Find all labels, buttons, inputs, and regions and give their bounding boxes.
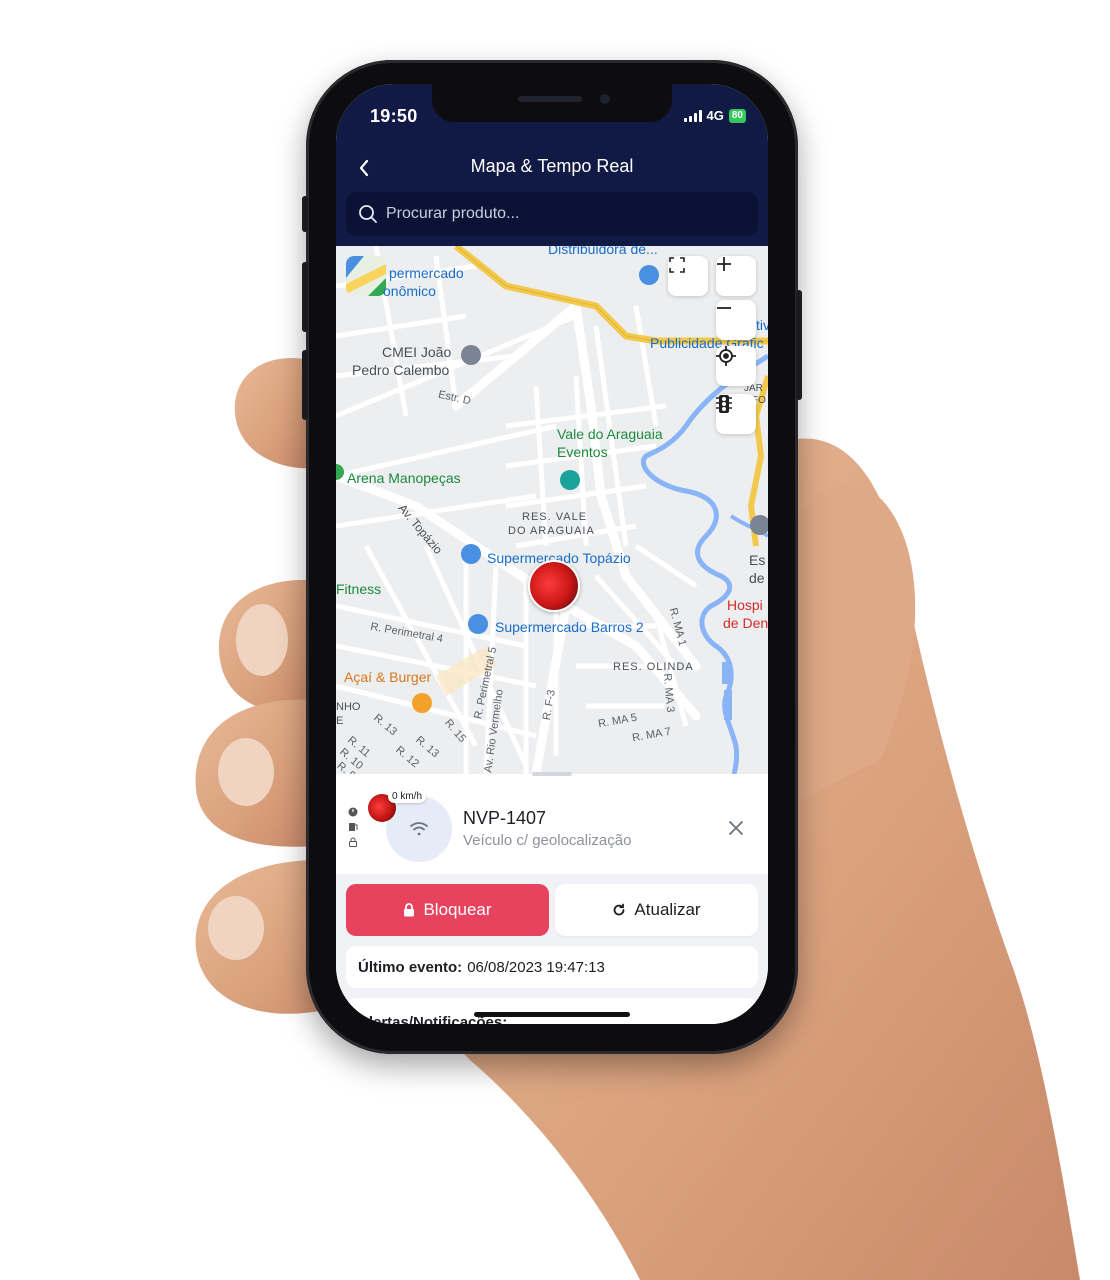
map-label: onômico xyxy=(383,283,436,299)
map-label: Açaí & Burger xyxy=(344,669,432,685)
phone-side-button xyxy=(302,196,308,232)
map-label: Hospi xyxy=(727,597,763,613)
vehicle-subtitle: Veículo c/ geolocalização xyxy=(463,832,632,849)
last-event-value: 06/08/2023 19:47:13 xyxy=(467,958,605,976)
lock-icon xyxy=(404,903,415,917)
locate-button[interactable] xyxy=(716,346,756,386)
map-label: Pedro Calembo xyxy=(352,362,450,378)
signal-icon xyxy=(683,109,702,122)
notch xyxy=(432,84,672,122)
vehicle-card[interactable]: 0 km/h NVP-1407 Veículo c/ geolocalizaçã… xyxy=(336,774,768,874)
search-icon xyxy=(358,204,378,224)
fullscreen-icon xyxy=(669,257,685,273)
traffic-light-icon xyxy=(716,395,732,413)
map-label: R. MA 3 xyxy=(660,672,677,714)
last-event-label: Último evento: xyxy=(358,958,463,976)
refresh-button[interactable]: Atualizar xyxy=(555,884,758,936)
network-label: 4G xyxy=(706,108,724,123)
map-label: Vale do Araguaia xyxy=(557,426,663,442)
map-label: de xyxy=(749,570,765,586)
vehicle-status-icons xyxy=(348,804,358,847)
close-button[interactable] xyxy=(726,818,746,838)
map-label: Eventos xyxy=(557,444,608,460)
map-label: Arena Manopeças xyxy=(347,470,461,486)
home-indicator xyxy=(474,1012,630,1017)
front-camera xyxy=(600,94,610,104)
speaker xyxy=(518,96,582,102)
alerts-card[interactable]: Alertas/Notificações: xyxy=(346,998,758,1024)
vehicle-bottom-sheet: 0 km/h NVP-1407 Veículo c/ geolocalizaçã… xyxy=(336,772,768,1024)
map-label: RES. OLINDA xyxy=(613,661,694,673)
map-label: E xyxy=(336,715,344,727)
app-screen: 19:50 4G 80 Mapa & Tempo Real Procurar p… xyxy=(336,84,768,1024)
map-view[interactable]: Distribuidora de... permercado onômico P… xyxy=(336,246,768,774)
traffic-button[interactable] xyxy=(716,394,756,434)
lock-icon xyxy=(348,834,358,847)
map-label: tiv xyxy=(756,317,768,333)
crosshair-icon xyxy=(716,346,736,366)
map-label: Supermercado Barros 2 xyxy=(495,619,644,635)
maps-app-logo[interactable] xyxy=(346,256,386,296)
fullscreen-button[interactable] xyxy=(668,256,708,296)
search-input[interactable] xyxy=(384,204,758,224)
phone-power-button xyxy=(796,290,802,400)
map-label: Es xyxy=(749,552,766,568)
status-indicators: 4G 80 xyxy=(683,108,746,123)
map-label: Fitness xyxy=(336,581,382,597)
map-label: Distribuidora de... xyxy=(548,246,658,257)
map-label: CMEI João xyxy=(382,344,452,360)
plus-icon xyxy=(717,257,731,271)
block-button-label: Bloquear xyxy=(423,900,492,919)
phone-volume-up xyxy=(302,262,308,332)
map-label: permercado xyxy=(389,265,464,281)
minus-icon xyxy=(717,307,731,309)
vehicle-actions: Bloquear Atualizar xyxy=(346,884,758,936)
battery-icon: 80 xyxy=(728,108,746,123)
last-event-card: Último evento: 06/08/2023 19:47:13 xyxy=(346,946,758,988)
refresh-button-label: Atualizar xyxy=(634,900,701,919)
search-bar[interactable] xyxy=(346,192,758,236)
ignition-icon xyxy=(348,804,358,817)
refresh-icon xyxy=(614,903,625,916)
close-icon xyxy=(729,821,743,835)
zoom-out-button[interactable] xyxy=(716,300,756,340)
wifi-icon xyxy=(410,822,428,836)
fuel-icon xyxy=(348,819,358,831)
page-title: Mapa & Tempo Real xyxy=(470,156,634,176)
vehicle-plate: NVP-1407 xyxy=(463,808,547,828)
vehicle-marker[interactable] xyxy=(528,560,580,612)
sheet-drag-handle[interactable] xyxy=(532,772,572,776)
map-label: DO ARAGUAIA xyxy=(508,525,595,537)
block-button[interactable]: Bloquear xyxy=(346,884,549,936)
status-time: 19:50 xyxy=(370,106,418,126)
map-label: de Den xyxy=(723,615,768,631)
phone-volume-down xyxy=(302,350,308,420)
speed-badge: 0 km/h xyxy=(388,790,427,803)
zoom-in-button[interactable] xyxy=(716,256,756,296)
